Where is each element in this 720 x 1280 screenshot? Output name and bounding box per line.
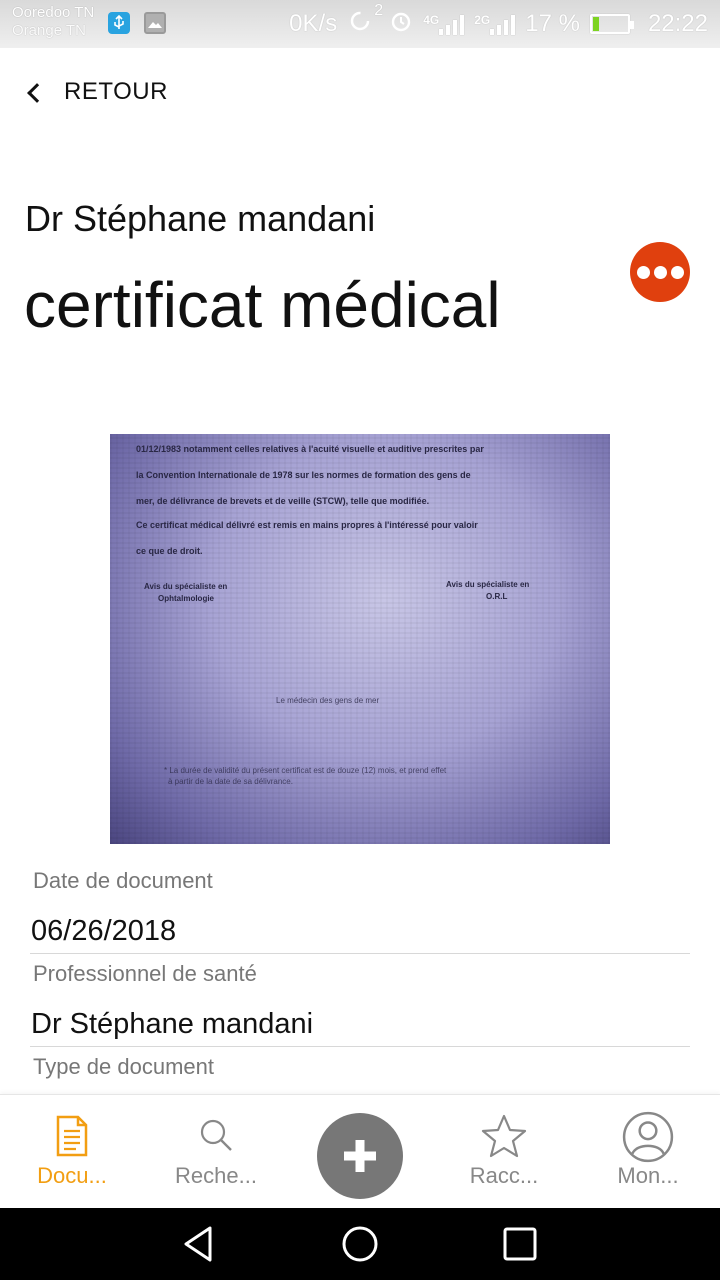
gallery-icon bbox=[144, 12, 166, 34]
system-navigation-bar bbox=[0, 1208, 720, 1280]
document-text-line: Ce certificat médical délivré est remis … bbox=[136, 520, 478, 530]
chevron-left-icon bbox=[24, 82, 44, 102]
clock: 22:22 bbox=[647, 10, 708, 37]
tab-search[interactable]: Reche... bbox=[156, 1095, 276, 1209]
field-label-professional: Professionnel de santé bbox=[33, 961, 257, 986]
usb-icon bbox=[108, 12, 130, 34]
network-speed: 0K/s bbox=[289, 10, 338, 37]
dot-icon bbox=[653, 265, 667, 279]
status-bar: Ooredoo TN Orange TN 0K/s 2 4G 2G 17 % 2… bbox=[0, 0, 720, 48]
field-value-professional[interactable]: Dr Stéphane mandani bbox=[31, 1008, 313, 1041]
page-title: certificat médical bbox=[24, 269, 501, 341]
bottom-navigation: Docu... Reche... Racc... Mon... bbox=[0, 1094, 720, 1208]
dot-icon bbox=[636, 265, 650, 279]
carrier-1: Ooredoo TN bbox=[12, 4, 95, 21]
tab-shortcuts[interactable]: Racc... bbox=[444, 1095, 564, 1209]
field-divider bbox=[30, 1046, 690, 1047]
field-value-date[interactable]: 06/26/2018 bbox=[31, 915, 176, 948]
field-label-type: Type de document bbox=[33, 1054, 215, 1079]
back-icon[interactable] bbox=[178, 1222, 222, 1266]
home-icon[interactable] bbox=[338, 1222, 382, 1266]
footnote-line: * La durée de validité du présent certif… bbox=[164, 766, 447, 775]
net-type-2: 2G bbox=[474, 13, 491, 27]
star-icon bbox=[481, 1114, 527, 1158]
battery-icon bbox=[589, 14, 634, 34]
document-icon bbox=[56, 1115, 88, 1157]
doctor-name: Dr Stéphane mandani bbox=[25, 198, 376, 239]
field-divider bbox=[30, 953, 690, 954]
footnote-line: à partir de la date de sa délivrance. bbox=[168, 777, 293, 786]
dot-icon bbox=[670, 265, 684, 279]
tab-label: Racc... bbox=[469, 1163, 539, 1188]
more-options-button[interactable] bbox=[630, 242, 690, 302]
sim-badge: 2 bbox=[374, 1, 384, 19]
net-type-1: 4G bbox=[423, 13, 440, 27]
document-text-line: mer, de délivrance de brevets et de veil… bbox=[136, 496, 430, 506]
tab-documents[interactable]: Docu... bbox=[12, 1095, 132, 1209]
left-signature-label: Avis du spécialiste en bbox=[144, 582, 228, 591]
back-label: RETOUR bbox=[64, 78, 168, 105]
document-text-line: 01/12/1983 notamment celles relatives à … bbox=[136, 444, 484, 454]
plus-icon bbox=[344, 1140, 376, 1172]
center-signature-label: Le médecin des gens de mer bbox=[276, 696, 380, 705]
tab-label: Mon... bbox=[617, 1163, 679, 1188]
carrier-2: Orange TN bbox=[12, 22, 86, 39]
left-signature-specialty: Ophtalmologie bbox=[158, 594, 214, 603]
document-image[interactable]: 01/12/1983 notamment celles relatives à … bbox=[110, 434, 610, 844]
tab-label: Docu... bbox=[37, 1163, 107, 1188]
add-button[interactable] bbox=[317, 1113, 403, 1199]
search-icon bbox=[200, 1119, 232, 1151]
tab-profile[interactable]: Mon... bbox=[588, 1095, 708, 1209]
profile-icon bbox=[622, 1111, 674, 1163]
tab-label: Reche... bbox=[175, 1163, 257, 1188]
recents-icon[interactable] bbox=[498, 1222, 542, 1266]
signal-icon: 4G bbox=[423, 13, 465, 35]
back-button[interactable]: RETOUR bbox=[24, 70, 168, 114]
document-text-line: la Convention Internationale de 1978 sur… bbox=[136, 470, 471, 480]
sync-icon: 2 bbox=[347, 2, 383, 41]
document-text-line: ce que de droit. bbox=[136, 546, 203, 556]
alarm-icon bbox=[389, 9, 413, 40]
carrier-info: Ooredoo TN Orange TN bbox=[12, 4, 94, 40]
battery-percent: 17 % bbox=[525, 10, 580, 37]
signal-icon-2: 2G bbox=[474, 13, 516, 35]
right-signature-label: Avis du spécialiste en bbox=[446, 580, 530, 589]
right-signature-specialty: O.R.L bbox=[486, 592, 508, 601]
field-label-date: Date de document bbox=[33, 868, 213, 893]
